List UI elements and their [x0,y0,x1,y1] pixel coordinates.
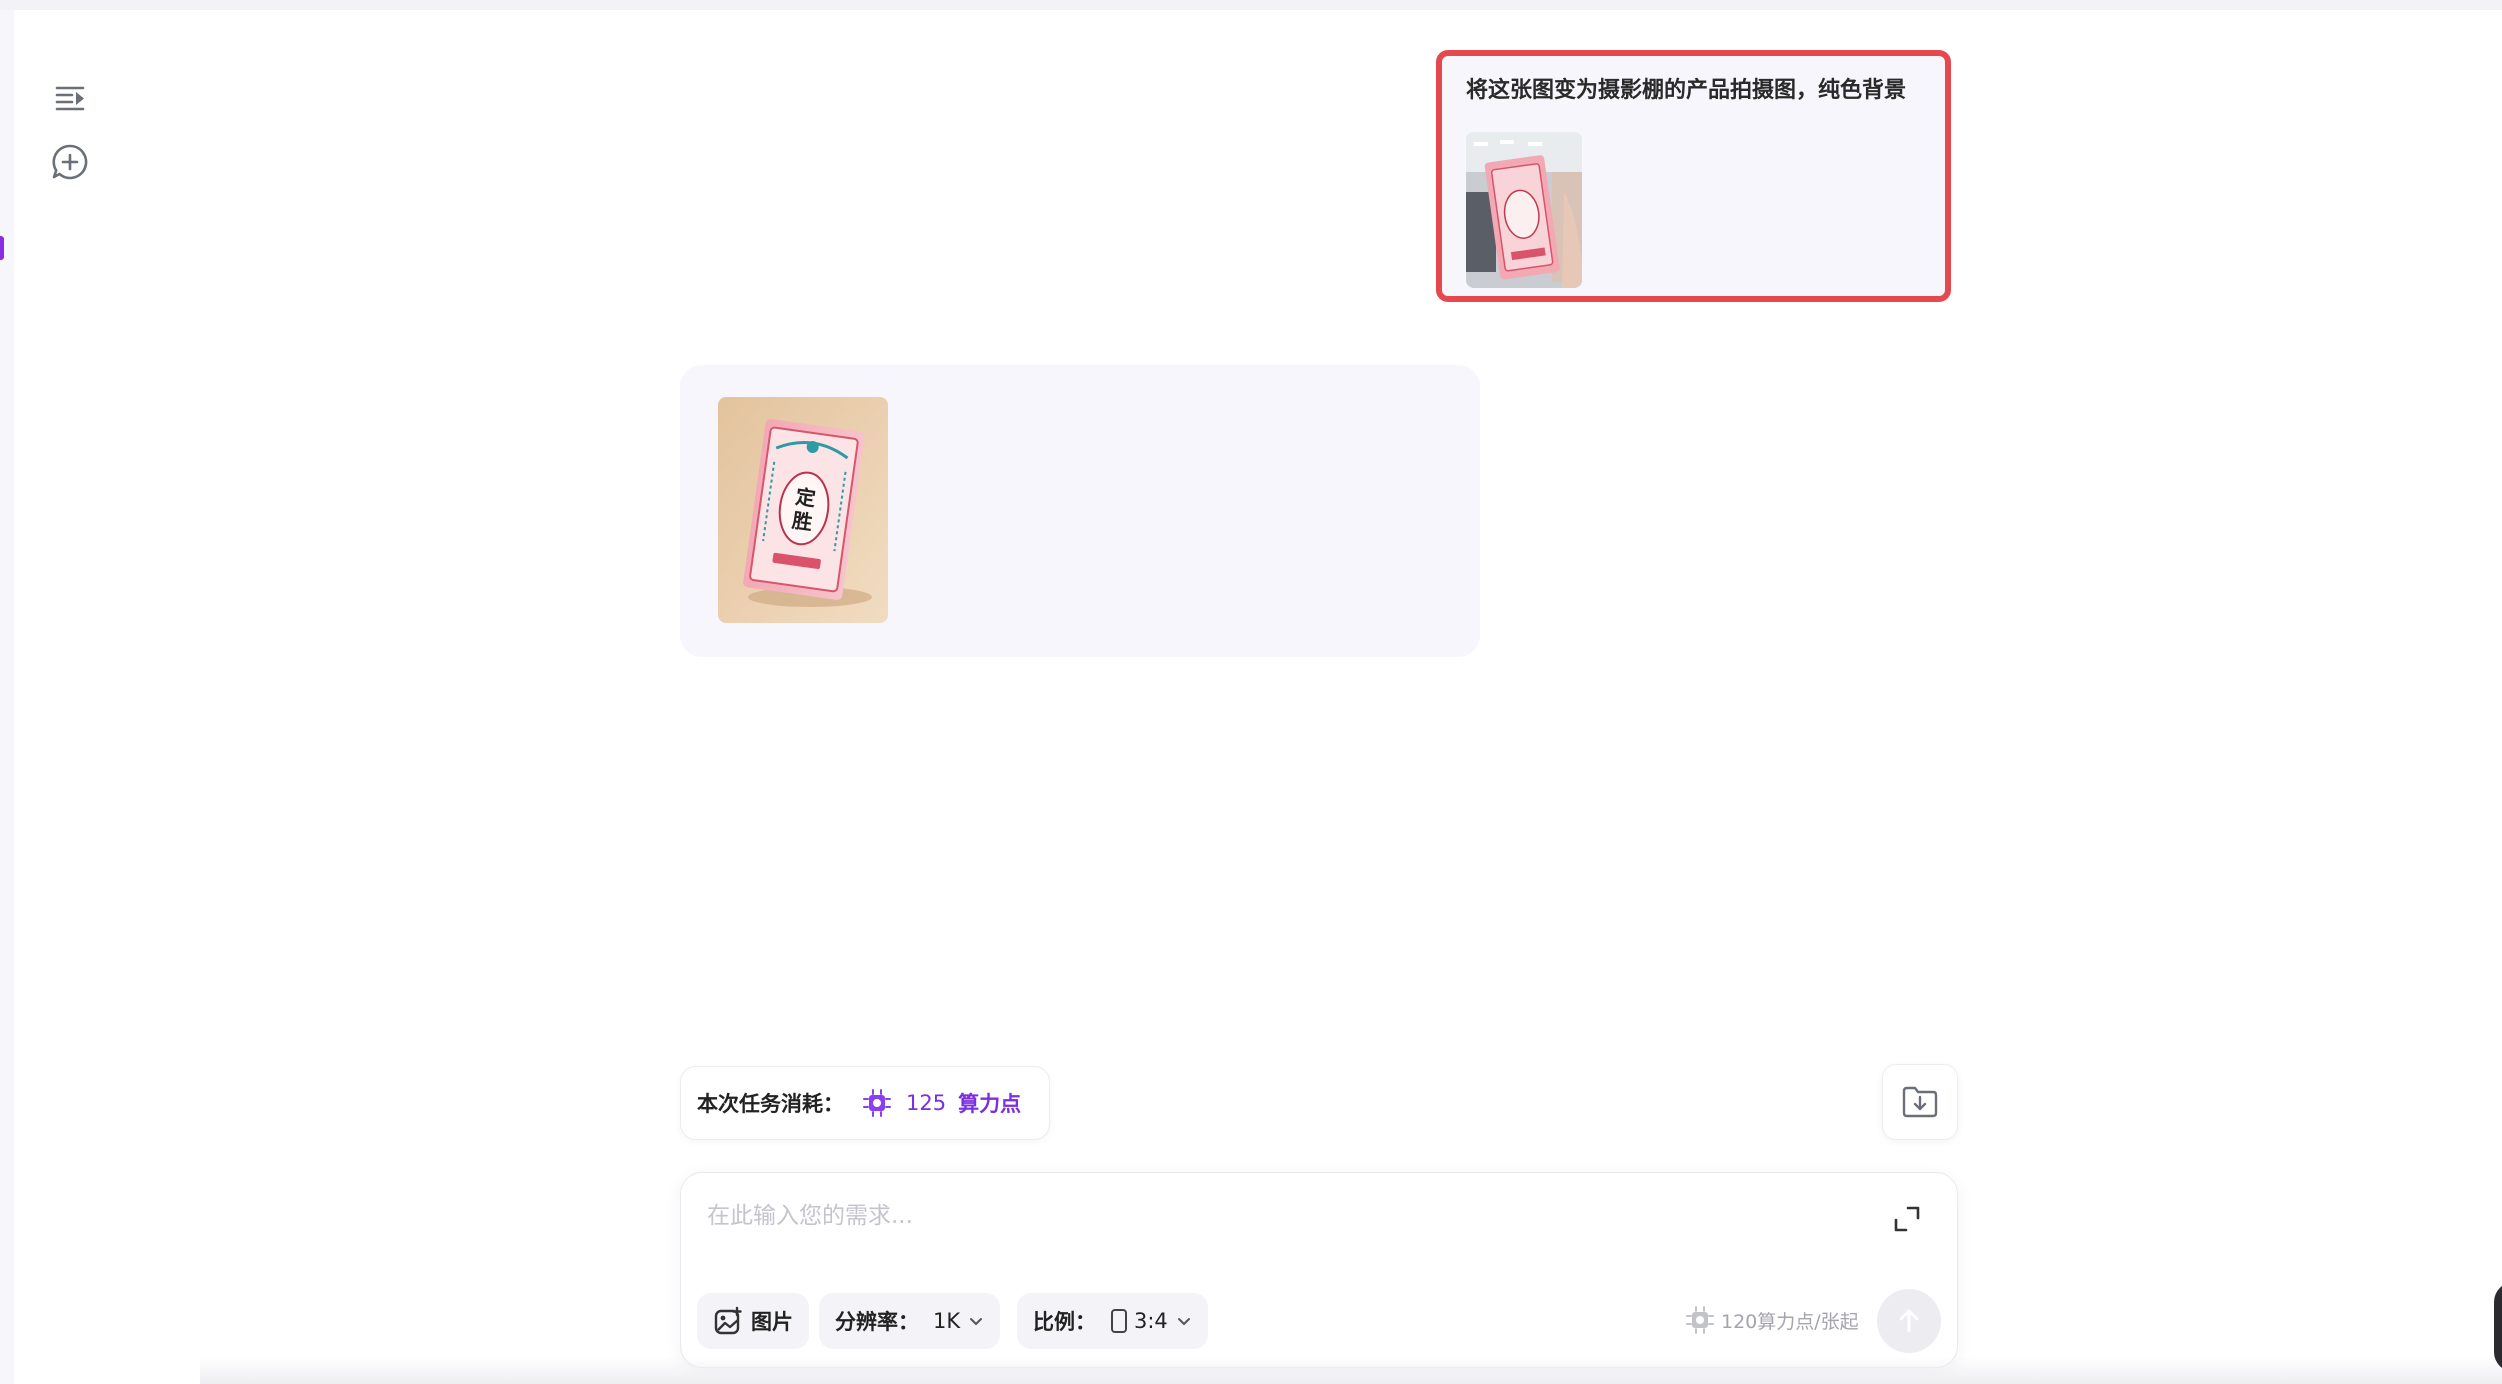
arrow-up-icon [1899,1309,1919,1333]
result-card: 定 胜 [680,365,1480,657]
menu-expand-icon [55,86,85,111]
chevron-down-icon [970,1318,983,1325]
image-upload-button[interactable]: 图片 [697,1293,809,1349]
rate-info: 120算力点/张起 [1685,1305,1859,1335]
user-message-text: 将这张图变为摄影棚的产品拍摄图，纯色背景 [1466,78,1907,103]
prompt-input[interactable] [705,1195,1829,1237]
expand-icon [1894,1206,1920,1232]
generated-product-image[interactable]: 定 胜 [718,397,888,623]
ratio-select[interactable]: 比例： 3:4 [1017,1293,1208,1349]
product-photo-graphic: 定 胜 [718,397,888,623]
resolution-select[interactable]: 分辨率： 1K [819,1293,1001,1349]
menu-expand-button[interactable] [50,78,90,118]
product-label-bottom: 胜 [791,508,814,535]
chevron-down-icon [1177,1318,1190,1325]
prompt-composer: 图片 分辨率： 1K 比例： 3:4 [680,1172,1958,1368]
uploaded-image-thumbnail[interactable] [1466,132,1582,288]
ratio-value: 3:4 [1134,1309,1168,1333]
new-chat-button[interactable] [50,142,90,182]
top-bar [0,0,2502,10]
portrait-ratio-icon [1111,1309,1127,1333]
cost-unit: 算力点 [958,1092,1022,1116]
task-cost-chip: 本次任务消耗： 125 算力点 [680,1066,1050,1140]
image-button-label: 图片 [751,1310,793,1334]
ratio-label: 比例： [1033,1310,1096,1334]
app-page: 将这张图变为摄影棚的产品拍摄图，纯色背景 定 胜 本次任务消耗： 125 算力点… [0,0,2502,1384]
image-add-icon [714,1306,742,1335]
cost-label: 本次任务消耗： [697,1092,844,1116]
expand-button[interactable] [1889,1201,1925,1237]
user-message-bubble: 将这张图变为摄影棚的产品拍摄图，纯色背景 [1436,50,1951,302]
resolution-value: 1K [933,1309,961,1333]
active-indicator [0,236,4,260]
new-chat-icon [52,144,88,180]
chip-icon [862,1088,892,1118]
uploaded-photo-graphic [1466,132,1582,288]
resolution-label: 分辨率： [835,1310,919,1334]
floating-widget-edge [2494,1282,2502,1372]
bottom-fade [200,1356,2502,1384]
cost-value: 125 [906,1091,947,1115]
product-label-top: 定 [794,484,817,511]
folder-download-icon [1902,1086,1938,1118]
send-button[interactable] [1877,1289,1941,1353]
left-strip [0,10,14,1384]
rate-info-text: 120算力点/张起 [1721,1310,1859,1333]
chip-icon [1686,1306,1714,1334]
download-button[interactable] [1882,1064,1958,1140]
